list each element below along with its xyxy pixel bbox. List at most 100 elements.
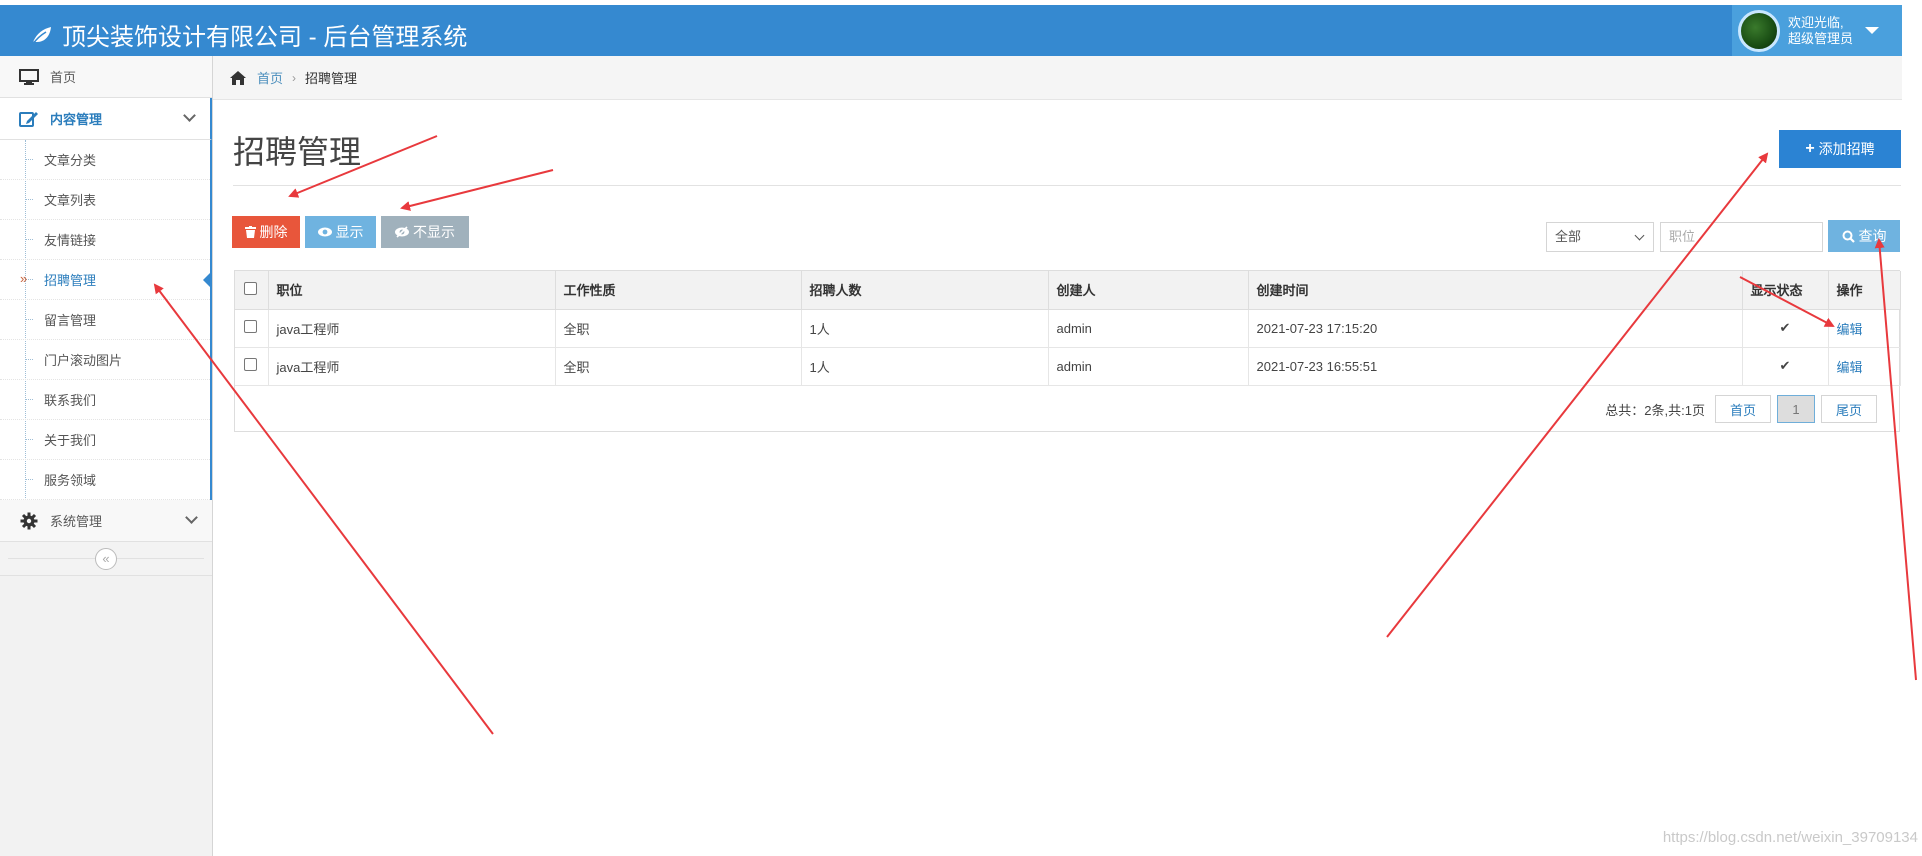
query-label: 查询: [1858, 228, 1887, 244]
check-icon: ✔: [1742, 309, 1829, 348]
row-select-cell: [235, 309, 269, 348]
sidebar-item-label: 文章分类: [44, 153, 97, 168]
sidebar-item-recruitment[interactable]: » 招聘管理: [0, 260, 212, 300]
sidebar-collapse-bar: «: [0, 542, 212, 576]
cell-creator: admin: [1048, 309, 1249, 348]
caret-down-icon: [1865, 27, 1880, 34]
sidebar-item-about-us[interactable]: 关于我们: [0, 420, 210, 460]
cell-created-time: 2021-07-23 17:15:20: [1248, 309, 1743, 348]
eye-icon: [317, 227, 332, 237]
position-search-input[interactable]: 职位: [1660, 222, 1823, 252]
cell-position: java工程师: [268, 309, 556, 348]
recruitment-table: 职位 工作性质 招聘人数 创建人 创建时间 显示状态 操作 java工程师 全职…: [234, 270, 1901, 432]
search-icon: [1842, 230, 1855, 243]
main-content: 招聘管理 + 添加招聘 删除 显示 不显示 全部 职位 查询 职位 工作性质 招…: [213, 100, 1902, 856]
delete-label: 删除: [259, 224, 288, 240]
status-filter-select[interactable]: 全部: [1546, 222, 1654, 252]
sidebar-item-label: 关于我们: [44, 433, 97, 448]
cell-action: 编辑: [1828, 309, 1901, 348]
sidebar-item-messages[interactable]: 留言管理: [0, 300, 210, 340]
home-icon: [230, 70, 246, 85]
show-label: 显示: [335, 224, 364, 240]
breadcrumb-home-link[interactable]: 首页: [257, 68, 283, 87]
sidebar-item-label: 留言管理: [44, 313, 97, 328]
chevron-down-icon: [185, 511, 198, 524]
select-all-checkbox[interactable]: [244, 281, 257, 295]
row-checkbox[interactable]: [244, 358, 257, 371]
app-title: 顶尖装饰设计有限公司 - 后台管理系统: [62, 24, 468, 51]
edit-link[interactable]: 编辑: [1837, 360, 1863, 375]
sidebar-group-label: 内容管理: [50, 112, 103, 127]
sidebar-item-contact-us[interactable]: 联系我们: [0, 380, 210, 420]
sidebar-item-article-category[interactable]: 文章分类: [0, 140, 210, 180]
sidebar-group-content[interactable]: 内容管理: [0, 98, 212, 140]
hide-button[interactable]: 不显示: [381, 216, 469, 248]
pagination: 总共：2条,共:1页 首页 1 尾页: [1605, 395, 1877, 423]
cell-position: java工程师: [268, 347, 556, 386]
last-page-button[interactable]: 尾页: [1820, 395, 1877, 423]
table-row: java工程师 全职 1人 admin 2021-07-23 17:15:20 …: [235, 309, 1901, 348]
sidebar-item-label: 首页: [50, 70, 77, 85]
double-chevron-icon: »: [20, 271, 28, 286]
eye-slash-icon: [395, 226, 409, 238]
edit-link[interactable]: 编辑: [1837, 322, 1863, 337]
sidebar-group-label: 系统管理: [50, 514, 103, 529]
cell-creator: admin: [1048, 347, 1249, 386]
column-header-status[interactable]: 显示状态: [1742, 271, 1829, 310]
chevron-down-icon: [183, 109, 196, 122]
column-header-position[interactable]: 职位: [268, 271, 556, 310]
select-all-cell: [235, 271, 269, 310]
watermark: https://blog.csdn.net/weixin_39709134: [1662, 829, 1918, 846]
column-header-creator[interactable]: 创建人: [1048, 271, 1249, 310]
top-header-bar: 顶尖装饰设计有限公司 - 后台管理系统 欢迎光临, 超级管理员: [0, 5, 1902, 56]
gear-icon: [18, 512, 40, 530]
sidebar-item-label: 文章列表: [44, 193, 97, 208]
breadcrumb-separator-icon: ›: [292, 70, 297, 85]
plus-icon: +: [1805, 140, 1815, 157]
sidebar-item-label: 服务领域: [44, 473, 97, 488]
sidebar-item-service-areas[interactable]: 服务领域: [0, 460, 210, 500]
user-menu[interactable]: 欢迎光临, 超级管理员: [1732, 5, 1902, 56]
column-header-created-time[interactable]: 创建时间: [1248, 271, 1743, 310]
current-page-button[interactable]: 1: [1776, 395, 1815, 423]
app-brand[interactable]: 顶尖装饰设计有限公司 - 后台管理系统: [30, 17, 467, 52]
query-button[interactable]: 查询: [1828, 220, 1900, 252]
title-divider: [233, 185, 1901, 186]
cell-nature: 全职: [555, 347, 802, 386]
pagination-summary: 总共：2条,共:1页: [1605, 402, 1705, 418]
sidebar-item-article-list[interactable]: 文章列表: [0, 180, 210, 220]
breadcrumb: 首页 › 招聘管理: [213, 56, 1902, 100]
hide-label: 不显示: [413, 224, 455, 240]
first-page-button[interactable]: 首页: [1714, 395, 1771, 423]
trash-icon: [244, 226, 256, 238]
show-button[interactable]: 显示: [305, 216, 376, 248]
sidebar-item-label: 联系我们: [44, 393, 97, 408]
page-title: 招聘管理: [233, 134, 362, 170]
cell-count: 1人: [801, 309, 1049, 348]
column-header-actions: 操作: [1828, 271, 1901, 310]
add-recruitment-button[interactable]: + 添加招聘: [1779, 130, 1901, 168]
welcome-line: 欢迎光临,: [1788, 14, 1844, 30]
collapse-sidebar-button[interactable]: «: [95, 548, 117, 570]
sidebar-item-friend-links[interactable]: 友情链接: [0, 220, 210, 260]
desktop-icon: [18, 68, 40, 86]
content-submenu: 文章分类 文章列表 友情链接 » 招聘管理 留言管理 门户滚动图片 联系我们 关于…: [0, 140, 212, 500]
row-checkbox[interactable]: [244, 320, 257, 333]
cell-nature: 全职: [555, 309, 802, 348]
sidebar-item-home[interactable]: 首页: [0, 56, 212, 98]
breadcrumb-current: 招聘管理: [305, 71, 358, 86]
leaf-icon: [32, 26, 51, 44]
sidebar-group-system[interactable]: 系统管理: [0, 500, 212, 542]
cell-count: 1人: [801, 347, 1049, 386]
sidebar-item-banner-images[interactable]: 门户滚动图片: [0, 340, 210, 380]
add-recruitment-label: 添加招聘: [1818, 141, 1875, 157]
avatar: [1738, 9, 1780, 52]
table-row: java工程师 全职 1人 admin 2021-07-23 16:55:51 …: [235, 347, 1901, 386]
table-header-row: 职位 工作性质 招聘人数 创建人 创建时间 显示状态 操作: [235, 271, 1901, 310]
delete-button[interactable]: 删除: [232, 216, 300, 248]
sidebar-item-label: 门户滚动图片: [44, 353, 123, 368]
user-role: 超级管理员: [1788, 30, 1854, 46]
sidebar-item-label: 友情链接: [44, 233, 97, 248]
column-header-count[interactable]: 招聘人数: [801, 271, 1049, 310]
column-header-nature[interactable]: 工作性质: [555, 271, 802, 310]
